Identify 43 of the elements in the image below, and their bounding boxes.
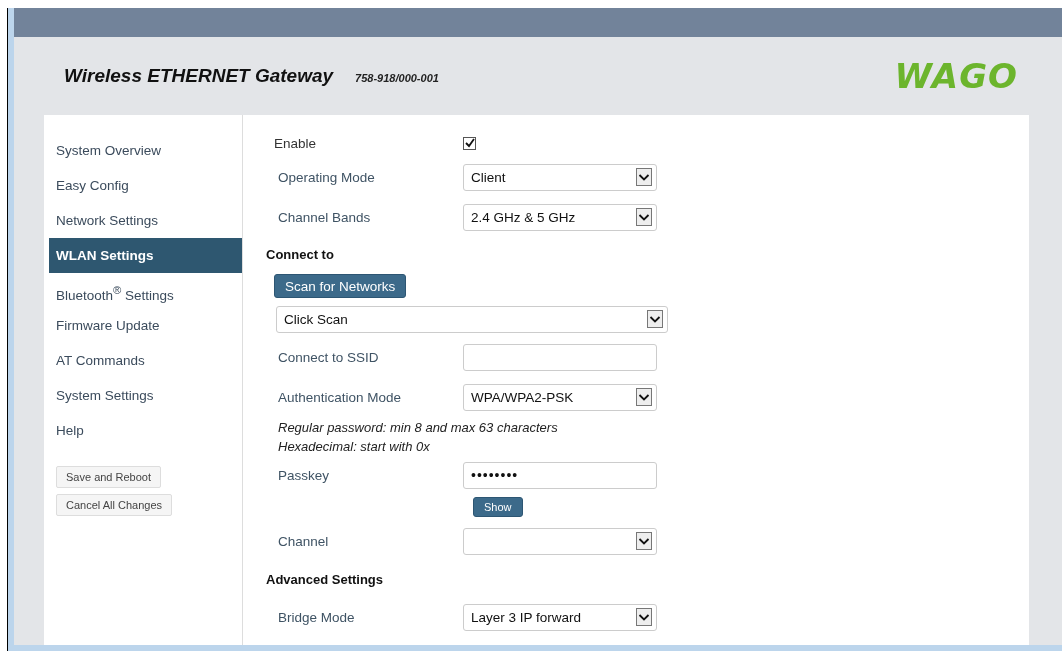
field-label: Bridge Mode: [277, 609, 356, 625]
sidebar-item[interactable]: Help: [49, 413, 242, 448]
chevron-down-icon: [636, 388, 652, 406]
sidebar-item[interactable]: Bluetooth$^{®}$ Settings: [49, 273, 242, 308]
select-field[interactable]: Layer 3 IP forward: [463, 603, 657, 631]
field-label: Channel Bands: [277, 209, 372, 225]
field-label: Channel: [277, 533, 330, 549]
chevron-down-icon: [636, 608, 652, 626]
select-field[interactable]: Client: [463, 163, 657, 191]
chevron-down-icon: [647, 310, 663, 328]
section-heading: Advanced Settings: [266, 571, 384, 587]
chevron-down-icon: [636, 532, 652, 550]
chevron-down-icon: [636, 208, 652, 226]
field-label: Connect to SSID: [277, 349, 380, 365]
cancel-button[interactable]: Cancel All Changes: [56, 494, 172, 516]
checkbox[interactable]: [463, 136, 476, 150]
brand-logo: WAGO: [894, 56, 1018, 96]
sidebar-item[interactable]: System Overview: [49, 133, 242, 168]
sidebar-item[interactable]: System Settings: [49, 378, 242, 413]
field-label: Passkey: [277, 467, 331, 483]
sidebar-item[interactable]: WLAN Settings: [49, 238, 242, 273]
field-label: Authentication Mode: [277, 389, 403, 405]
select-field[interactable]: Click Scan: [276, 305, 668, 333]
model-number: 758-918/000-001: [355, 72, 439, 84]
hint-text: Hexadecimal: start with 0x: [278, 438, 431, 456]
select-field[interactable]: WPA/WPA2-PSK: [463, 383, 657, 411]
section-heading: Connect to: [266, 246, 334, 262]
field-label: Enable: [273, 135, 318, 151]
password-field[interactable]: ••••••••: [463, 461, 657, 489]
show-button[interactable]: Show: [473, 497, 523, 517]
sidebar-item[interactable]: Easy Config: [49, 168, 242, 203]
save-button[interactable]: Save and Reboot: [56, 466, 161, 488]
sidebar-item[interactable]: Firmware Update: [49, 308, 242, 343]
sidebar-item[interactable]: AT Commands: [49, 343, 242, 378]
sidebar-item[interactable]: Network Settings: [49, 203, 242, 238]
page-title: Wireless ETHERNET Gateway: [64, 65, 334, 87]
chevron-down-icon: [636, 168, 652, 186]
field-label: Operating Mode: [277, 169, 376, 185]
hint-text: Regular password: min 8 and max 63 characters: [278, 419, 559, 437]
select-field[interactable]: [463, 527, 657, 555]
scan-button[interactable]: Scan for Networks: [274, 274, 407, 298]
text-field[interactable]: [463, 343, 657, 371]
select-field[interactable]: 2.4 GHz & 5 GHz: [463, 203, 657, 231]
